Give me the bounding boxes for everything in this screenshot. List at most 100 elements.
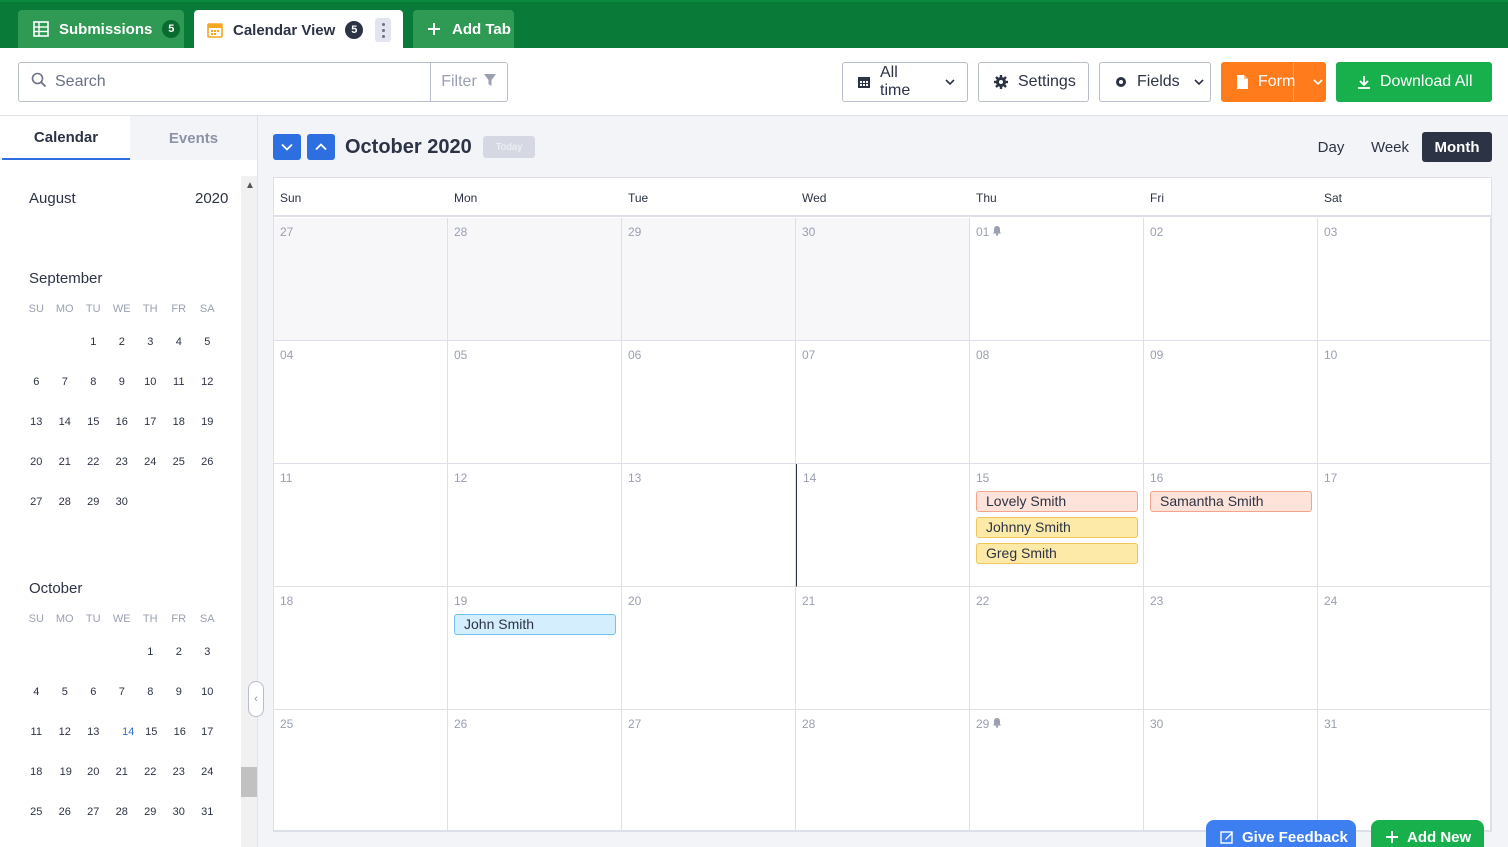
mini-day[interactable]: 14 bbox=[108, 723, 137, 748]
mini-day[interactable]: 4 bbox=[165, 333, 194, 351]
day-cell[interactable]: 17 bbox=[1318, 464, 1491, 587]
day-cell[interactable]: 27 bbox=[274, 218, 448, 341]
tab-menu-icon[interactable] bbox=[375, 18, 391, 42]
mini-day[interactable]: 7 bbox=[51, 373, 80, 391]
day-cell[interactable]: 09 bbox=[1144, 341, 1318, 464]
mini-day[interactable]: 16 bbox=[108, 413, 137, 431]
mini-day[interactable]: 12 bbox=[51, 723, 80, 741]
mini-day[interactable]: 10 bbox=[136, 373, 165, 391]
mini-day[interactable]: 12 bbox=[193, 373, 222, 391]
mini-day[interactable]: 19 bbox=[193, 413, 222, 431]
mini-day[interactable]: 31 bbox=[193, 803, 222, 821]
mini-day[interactable]: 30 bbox=[165, 803, 194, 821]
give-feedback-button[interactable]: Give Feedback bbox=[1206, 820, 1356, 847]
mini-day[interactable]: 16 bbox=[165, 723, 194, 741]
day-cell[interactable]: 12 bbox=[448, 464, 622, 587]
mini-day[interactable]: 7 bbox=[108, 683, 137, 701]
settings-button[interactable]: Settings bbox=[978, 62, 1089, 102]
download-all-button[interactable]: Download All bbox=[1336, 62, 1492, 102]
calendar-event[interactable]: Lovely Smith bbox=[976, 491, 1138, 512]
day-cell[interactable]: 14 bbox=[796, 464, 970, 587]
mini-day[interactable]: 14 bbox=[51, 413, 80, 431]
scroll-up-icon[interactable]: ▲ bbox=[245, 180, 255, 191]
add-tab-button[interactable]: Add Tab bbox=[413, 10, 514, 48]
tab-calendar[interactable]: Calendar bbox=[2, 116, 130, 160]
mini-day[interactable]: 19 bbox=[51, 763, 80, 781]
mini-day[interactable]: 18 bbox=[165, 413, 194, 431]
mini-day[interactable]: 9 bbox=[165, 683, 194, 701]
mini-day[interactable]: 24 bbox=[136, 453, 165, 471]
day-cell[interactable]: 19 John Smith bbox=[448, 587, 622, 710]
search-input[interactable] bbox=[55, 73, 425, 91]
day-cell[interactable]: 11 bbox=[274, 464, 448, 587]
day-cell[interactable]: 08 bbox=[970, 341, 1144, 464]
calendar-event[interactable]: John Smith bbox=[454, 614, 616, 635]
mini-day[interactable]: 26 bbox=[51, 803, 80, 821]
day-cell[interactable]: 22 bbox=[970, 587, 1144, 710]
day-cell[interactable]: 30 bbox=[796, 218, 970, 341]
mini-day[interactable]: 20 bbox=[22, 453, 51, 471]
mini-day[interactable]: 21 bbox=[108, 763, 137, 781]
day-cell[interactable]: 27 bbox=[622, 710, 796, 831]
mini-day[interactable]: 25 bbox=[22, 803, 51, 821]
mini-day[interactable]: 20 bbox=[79, 763, 108, 781]
day-cell[interactable]: 01 bbox=[970, 218, 1144, 341]
fields-dropdown[interactable]: Fields bbox=[1099, 62, 1211, 102]
day-cell[interactable]: 04 bbox=[274, 341, 448, 464]
mini-day[interactable]: 8 bbox=[79, 373, 108, 391]
mini-day[interactable]: 22 bbox=[79, 453, 108, 471]
next-month-button[interactable] bbox=[273, 134, 301, 160]
mini-day[interactable]: 5 bbox=[51, 683, 80, 701]
day-cell[interactable]: 26 bbox=[448, 710, 622, 831]
mini-day[interactable]: 2 bbox=[165, 643, 194, 661]
mini-day[interactable]: 24 bbox=[193, 763, 222, 781]
mini-day[interactable]: 1 bbox=[79, 333, 108, 351]
day-cell[interactable]: 21 bbox=[796, 587, 970, 710]
filter-button[interactable]: Filter bbox=[430, 62, 508, 102]
today-button[interactable]: Today bbox=[483, 136, 535, 158]
mini-day[interactable]: 3 bbox=[136, 333, 165, 351]
mini-day[interactable]: 6 bbox=[79, 683, 108, 701]
day-cell[interactable]: 29 bbox=[970, 710, 1144, 831]
day-cell[interactable]: 03 bbox=[1318, 218, 1491, 341]
day-cell[interactable]: 28 bbox=[796, 710, 970, 831]
all-time-dropdown[interactable]: All time bbox=[842, 62, 968, 102]
mini-day[interactable]: 23 bbox=[165, 763, 194, 781]
mini-day[interactable]: 26 bbox=[193, 453, 222, 471]
mini-day[interactable]: 13 bbox=[22, 413, 51, 431]
mini-day[interactable]: 30 bbox=[108, 493, 137, 511]
mini-day[interactable]: 3 bbox=[193, 643, 222, 661]
tab-calendar-view[interactable]: Calendar View 5 bbox=[194, 10, 403, 50]
day-cell[interactable]: 25 bbox=[274, 710, 448, 831]
calendar-event[interactable]: Samantha Smith bbox=[1150, 491, 1312, 512]
mini-day[interactable]: 4 bbox=[22, 683, 51, 701]
day-cell[interactable]: 31 bbox=[1318, 710, 1491, 831]
previous-month-button[interactable] bbox=[307, 134, 335, 160]
mini-day[interactable]: 18 bbox=[22, 763, 51, 781]
day-cell[interactable]: 24 bbox=[1318, 587, 1491, 710]
tab-submissions[interactable]: Submissions 5 bbox=[18, 10, 184, 48]
mini-day[interactable]: 21 bbox=[51, 453, 80, 471]
collapse-panel-button[interactable]: ‹ bbox=[248, 681, 264, 717]
mini-day[interactable]: 2 bbox=[108, 333, 137, 351]
day-cell[interactable]: 06 bbox=[622, 341, 796, 464]
calendar-event[interactable]: Greg Smith bbox=[976, 543, 1138, 564]
mini-day[interactable]: 25 bbox=[165, 453, 194, 471]
scrollbar-thumb[interactable] bbox=[241, 767, 257, 797]
mini-day[interactable]: 15 bbox=[79, 413, 108, 431]
mini-day[interactable]: 8 bbox=[136, 683, 165, 701]
day-cell[interactable]: 30 bbox=[1144, 710, 1318, 831]
mini-day[interactable]: 17 bbox=[136, 413, 165, 431]
mini-day[interactable]: 13 bbox=[79, 723, 108, 741]
mini-day[interactable]: 27 bbox=[22, 493, 51, 511]
mini-day[interactable]: 28 bbox=[51, 493, 80, 511]
form-dropdown[interactable]: Form bbox=[1221, 62, 1326, 102]
day-cell[interactable]: 28 bbox=[448, 218, 622, 341]
mini-day[interactable]: 23 bbox=[108, 453, 137, 471]
add-new-button[interactable]: Add New bbox=[1371, 820, 1484, 847]
calendar-event[interactable]: Johnny Smith bbox=[976, 517, 1138, 538]
day-cell[interactable]: 10 bbox=[1318, 341, 1491, 464]
mini-day[interactable]: 27 bbox=[79, 803, 108, 821]
day-cell[interactable]: 13 bbox=[622, 464, 796, 587]
mini-day[interactable]: 17 bbox=[193, 723, 222, 741]
